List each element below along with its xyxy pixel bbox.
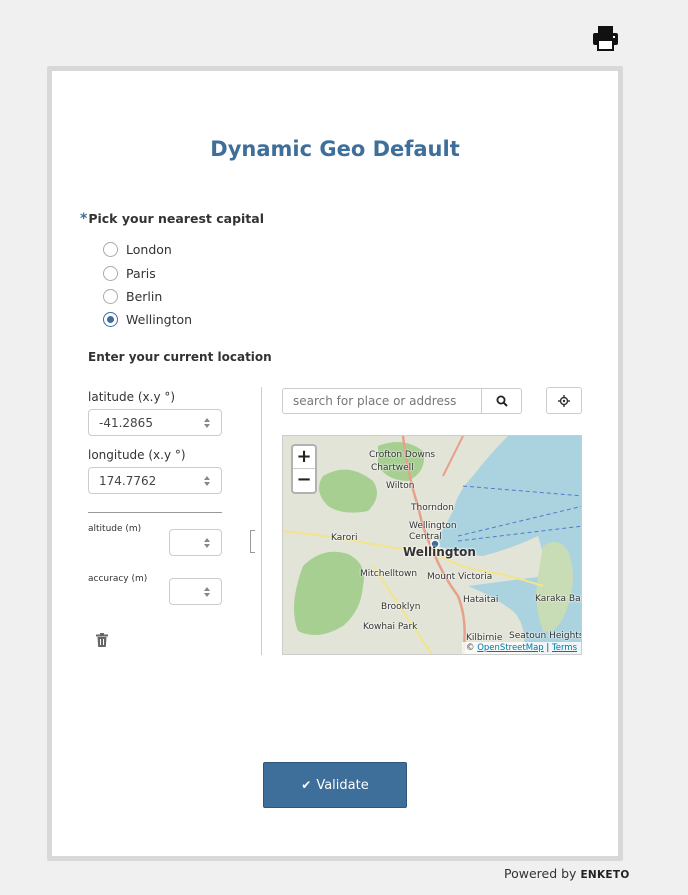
form-title: Dynamic Geo Default [210, 137, 460, 161]
spinner-icon[interactable] [202, 416, 212, 430]
map-place-label: Brooklyn [381, 602, 421, 612]
map-toggle-handle[interactable] [250, 530, 255, 553]
map-place-label: Karaka Bay [535, 594, 582, 604]
map-attribution: © OpenStreetMap | Terms [462, 642, 581, 654]
longitude-label: longitude (x.y °) [88, 448, 186, 462]
latitude-value: -41.2865 [99, 415, 153, 430]
map-place-label: Hataitai [463, 595, 499, 605]
zoom-out-button[interactable]: − [293, 469, 315, 492]
map-place-label: Kowhai Park [363, 622, 418, 632]
map-place-label: Mount Victoria [427, 572, 493, 582]
radio-london[interactable] [103, 241, 118, 257]
option-label: London [126, 241, 172, 257]
current-location-button[interactable] [546, 387, 582, 414]
powered-by-text: Powered by [504, 866, 577, 881]
altitude-label: altitude (m) [88, 524, 142, 534]
spinner-icon[interactable] [202, 585, 212, 599]
radio-paris[interactable] [103, 265, 118, 281]
latitude-input[interactable]: -41.2865 [88, 409, 222, 436]
map-place-label: Crofton Downs [369, 450, 436, 460]
search-button[interactable] [481, 389, 521, 413]
capital-question-text: Pick your nearest capital [88, 211, 264, 226]
spinner-icon[interactable] [202, 474, 212, 488]
accuracy-label: accuracy (m) [88, 574, 148, 584]
spinner-icon[interactable] [202, 536, 212, 550]
print-button[interactable] [592, 24, 619, 52]
zoom-control: + − [291, 444, 317, 494]
map-place-label: Wellington [403, 545, 476, 559]
option-wellington[interactable]: Wellington [103, 310, 192, 328]
option-label: Berlin [126, 288, 163, 304]
map-place-label: Thorndon [411, 503, 454, 513]
radio-wellington[interactable] [103, 311, 118, 327]
attribution-separator: | [543, 643, 552, 653]
option-paris[interactable]: Paris [103, 264, 156, 282]
map-view[interactable]: Crofton Downs Chartwell Wilton Thorndon … [282, 435, 582, 655]
map-place-label: Seatoun Heights [509, 631, 582, 641]
search-box [282, 388, 522, 414]
validate-button[interactable]: ✔ Validate [263, 762, 407, 808]
search-icon [496, 395, 508, 407]
option-label: Paris [126, 265, 156, 281]
divider [88, 512, 222, 513]
capital-question-label: *Pick your nearest capital [80, 211, 264, 227]
altitude-input[interactable] [169, 529, 222, 556]
geo-divider [261, 387, 262, 655]
radio-berlin[interactable] [103, 288, 118, 304]
longitude-value: 174.7762 [99, 473, 157, 488]
print-icon [593, 26, 618, 51]
option-label: Wellington [126, 311, 193, 327]
form-card: Dynamic Geo Default *Pick your nearest c… [47, 66, 623, 861]
accuracy-input[interactable] [169, 578, 222, 605]
enketo-logo[interactable]: ENKETO [580, 869, 629, 881]
location-question-label: Enter your current location [88, 350, 272, 364]
zoom-in-button[interactable]: + [293, 446, 315, 469]
terms-link[interactable]: Terms [552, 643, 577, 653]
check-icon: ✔ [301, 778, 312, 792]
option-berlin[interactable]: Berlin [103, 287, 162, 305]
validate-label: Validate [316, 777, 369, 793]
search-input[interactable] [283, 389, 482, 413]
map-place-label: Chartwell [371, 463, 414, 473]
osm-link[interactable]: OpenStreetMap [477, 643, 543, 653]
latitude-label: latitude (x.y °) [88, 390, 176, 404]
option-london[interactable]: London [103, 240, 172, 258]
map-place-label: Karori [331, 533, 358, 543]
powered-by: Powered by ENKETO [504, 866, 630, 881]
trash-icon[interactable] [96, 632, 108, 647]
map-place-label: Wellington Central [409, 521, 457, 542]
attribution-prefix: © [466, 643, 478, 653]
map-place-label: Wilton [386, 481, 415, 491]
crosshair-icon [558, 394, 570, 407]
longitude-input[interactable]: 174.7762 [88, 467, 222, 494]
required-mark: * [80, 211, 88, 227]
map-place-label: Mitchelltown [360, 569, 418, 579]
